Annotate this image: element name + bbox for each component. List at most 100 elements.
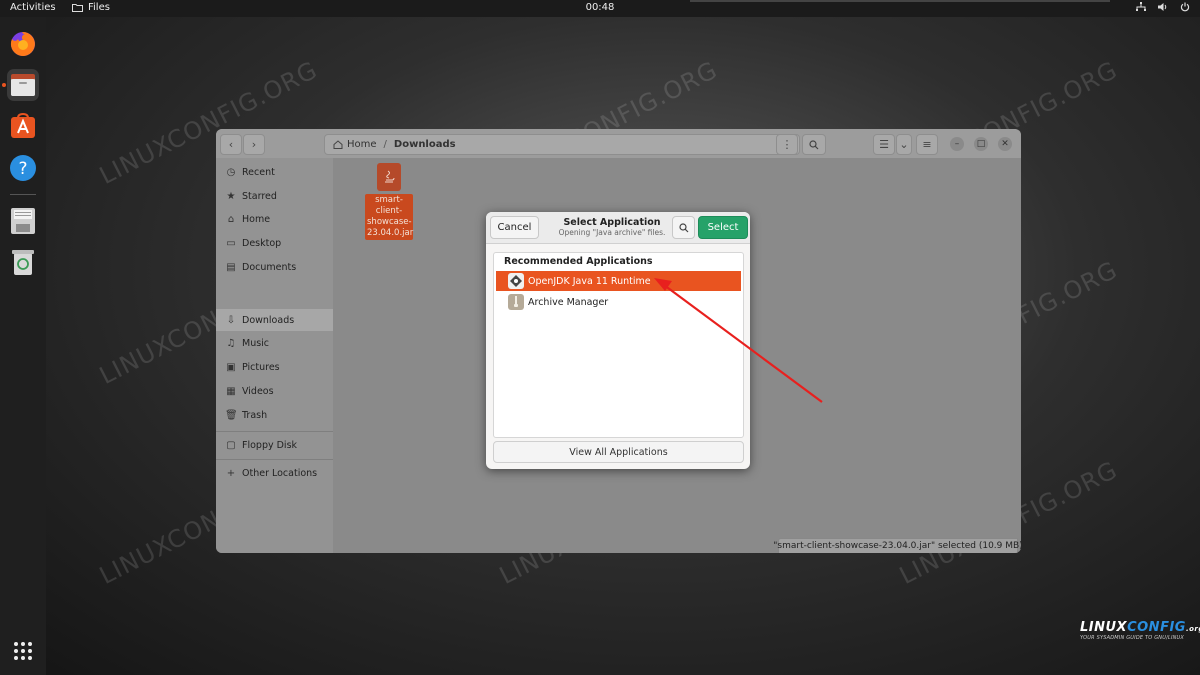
sidebar-item-videos[interactable]: ▦ Videos — [216, 380, 333, 402]
sidebar-item-label: Downloads — [242, 314, 295, 326]
path-menu-button[interactable]: ⋮ — [776, 134, 798, 155]
app-row-label: Archive Manager — [528, 296, 609, 308]
minimize-button[interactable]: – — [950, 137, 964, 151]
linuxconfig-logo: LINUXCONFIG.org YOUR SYSADMIN GUIDE TO G… — [1080, 620, 1200, 642]
dock-software[interactable] — [7, 110, 39, 142]
sidebar-item-recent[interactable]: ◷ Recent — [216, 161, 333, 183]
close-button[interactable]: ✕ — [998, 137, 1012, 151]
files-headerbar: ‹ › Home / Downloads ⋮ ☰ ⌄ ≡ – □ ✕ — [216, 129, 1021, 158]
path-bar[interactable]: Home / Downloads — [324, 134, 800, 155]
dock-firefox[interactable] — [7, 28, 39, 60]
running-indicator — [2, 83, 6, 87]
path-home[interactable]: Home — [333, 139, 377, 150]
maximize-button[interactable]: □ — [974, 137, 988, 151]
dialog-headerbar: Cancel Select Application Opening "Java … — [486, 212, 750, 244]
activities-button[interactable]: Activities — [10, 2, 56, 13]
hamburger-menu-icon: ≡ — [922, 138, 932, 151]
app-grid-icon — [14, 642, 32, 660]
videos-icon: ▦ — [226, 385, 236, 397]
pictures-icon: ▣ — [226, 361, 236, 373]
folder-icon — [72, 4, 83, 12]
select-application-dialog: Cancel Select Application Opening "Java … — [486, 212, 750, 469]
sidebar-item-label: Pictures — [242, 361, 280, 373]
kebab-menu-icon: ⋮ — [781, 138, 793, 151]
sidebar-item-label: Documents — [242, 261, 297, 273]
home-icon — [333, 140, 343, 149]
sidebar-item-desktop[interactable]: ▭ Desktop — [216, 232, 333, 254]
list-section-header: Recommended Applications — [504, 256, 653, 267]
app-row-openjdk[interactable]: OpenJDK Java 11 Runtime — [496, 271, 741, 291]
downloads-icon: ⇩ — [226, 314, 236, 326]
sidebar-item-label: Recent — [242, 166, 275, 178]
file-name-line: 23.04.0.jar — [367, 228, 414, 238]
star-icon: ★ — [226, 190, 236, 202]
logo-brand: LINUXCONFIG.org — [1080, 620, 1200, 635]
dialog-title: Select Application — [563, 217, 661, 228]
dock-separator — [10, 194, 36, 195]
selection-status: "smart-client-showcase-23.04.0.jar" sele… — [773, 538, 1021, 553]
dialog-subtitle: Opening "Java archive" files. — [558, 228, 666, 237]
firefox-icon — [10, 32, 35, 56]
application-list: Recommended Applications OpenJDK Java 11… — [493, 252, 744, 438]
chevron-down-icon: ⌄ — [899, 138, 909, 151]
view-list-button[interactable]: ☰ — [873, 134, 895, 155]
network-icon — [1136, 2, 1146, 11]
forward-button[interactable]: › — [243, 134, 265, 155]
back-button[interactable]: ‹ — [220, 134, 242, 155]
sidebar-item-documents[interactable]: ▤ Documents — [216, 256, 333, 278]
minimize-icon: – — [954, 139, 960, 149]
files-icon — [11, 74, 35, 96]
java-runtime-icon — [508, 273, 524, 289]
dialog-search-button[interactable] — [672, 216, 695, 239]
file-name-line: client- — [375, 206, 403, 216]
sidebar-item-other-locations[interactable]: + Other Locations — [216, 462, 333, 484]
logo-tagline: YOUR SYSADMIN GUIDE TO GNU/LINUX — [1080, 635, 1185, 641]
sidebar-item-downloads[interactable]: ⇩ Downloads — [216, 309, 333, 331]
sidebar-item-home[interactable]: ⌂ Home — [216, 208, 333, 230]
show-apps-button[interactable] — [13, 641, 33, 661]
home-icon: ⌂ — [227, 213, 235, 225]
clock[interactable]: 00:48 — [586, 2, 615, 13]
sidebar-item-floppy-disk[interactable]: ▢ Floppy Disk — [216, 434, 333, 456]
volume-icon — [1158, 3, 1167, 11]
path-current[interactable]: Downloads — [394, 139, 456, 150]
cancel-button[interactable]: Cancel — [490, 216, 539, 239]
dock-trash[interactable] — [7, 246, 39, 278]
view-all-applications-button[interactable]: View All Applications — [493, 441, 744, 463]
sidebar-item-music[interactable]: ♫ Music — [216, 332, 333, 354]
app-row-archive-manager[interactable]: Archive Manager — [496, 292, 741, 312]
search-icon — [678, 222, 688, 232]
sidebar-item-label: Trash — [242, 409, 268, 421]
sidebar-item-label: Floppy Disk — [242, 439, 298, 451]
path-separator: / — [383, 139, 387, 150]
software-center-icon — [11, 113, 35, 138]
sidebar-separator — [216, 459, 333, 460]
help-icon: ? — [10, 155, 36, 181]
sidebar-item-label: Desktop — [242, 237, 282, 249]
sidebar-item-label: Starred — [242, 190, 277, 202]
select-button[interactable]: Select — [698, 216, 748, 239]
sidebar-item-label: Other Locations — [242, 467, 318, 479]
sidebar-item-trash[interactable]: 🗑︎ Trash — [216, 404, 333, 426]
top-bar: Activities Files 00:48 — [0, 0, 1200, 17]
search-icon — [809, 139, 819, 149]
maximize-icon: □ — [976, 139, 986, 149]
dock-help[interactable]: ? — [7, 152, 39, 184]
search-button[interactable] — [802, 134, 826, 155]
sidebar-item-label: Videos — [242, 385, 274, 397]
path-home-label: Home — [347, 139, 377, 150]
dock-floppy[interactable] — [7, 205, 39, 237]
dock-files[interactable] — [2, 69, 39, 101]
main-menu-button[interactable]: ≡ — [916, 134, 938, 155]
java-file-icon — [377, 163, 401, 191]
sidebar-item-pictures[interactable]: ▣ Pictures — [216, 356, 333, 378]
floppy-icon: ▢ — [226, 439, 236, 451]
desktop-icon: ▭ — [226, 237, 236, 249]
app-menu[interactable]: Files — [72, 2, 110, 13]
chevron-right-icon: › — [251, 138, 257, 151]
sidebar-item-starred[interactable]: ★ Starred — [216, 185, 333, 207]
system-tray[interactable] — [1136, 2, 1190, 12]
view-options-button[interactable]: ⌄ — [896, 134, 912, 155]
file-item-jar[interactable]: smart- client- showcase- 23.04.0.jar — [365, 163, 413, 240]
app-menu-label: Files — [88, 2, 110, 13]
